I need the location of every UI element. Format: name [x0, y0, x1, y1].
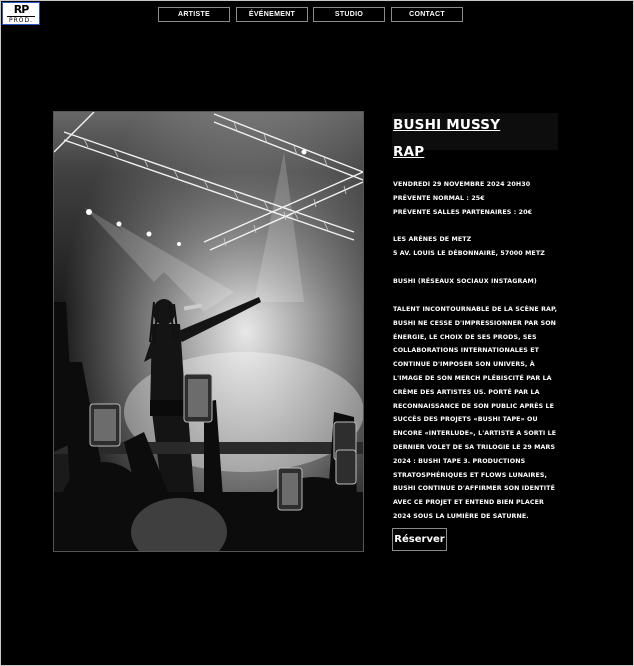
artist-description: TALENT INCONTOURNABLE DE LA SCÈNE RAP, B… — [393, 306, 558, 520]
site-logo[interactable]: RP PROD. — [2, 2, 40, 25]
event-info: VENDREDI 29 NOVEMBRE 2024 20H30 PRÉVENTE… — [393, 178, 565, 219]
logo-subtext: PROD. — [7, 16, 35, 24]
event-date: VENDREDI 29 NOVEMBRE 2024 20H30 — [393, 181, 531, 188]
concert-photo — [53, 111, 364, 552]
social-link[interactable]: BUSHI (RÉSEAUX SOCIAUX INSTAGRAM) — [393, 275, 565, 289]
artist-title: BUSHI MUSSY — [393, 117, 501, 133]
nav-studio-button[interactable]: STUDIO — [313, 7, 385, 22]
venue-address: 5 AV. LOUIS LE DÉBONNAIRE, 57000 METZ — [393, 249, 545, 257]
venue-info: LES ARÈNES DE METZ 5 AV. LOUIS LE DÉBONN… — [393, 233, 565, 261]
price-partners: PRÉVENTE SALLES PARTENAIRES : 20€ — [393, 208, 533, 216]
logo-mark: RP — [13, 3, 30, 16]
reserve-button[interactable]: Réserver — [392, 528, 447, 551]
nav-contact-button[interactable]: CONTACT — [391, 7, 463, 22]
nav-evenement-button[interactable]: ÉVÉNEMENT — [236, 7, 308, 22]
nav-artiste-button[interactable]: ARTISTE — [158, 7, 230, 22]
venue-name: LES ARÈNES DE METZ — [393, 236, 472, 243]
genre-title: RAP — [393, 144, 425, 160]
price-normal: PRÉVENTE NORMAL : 25€ — [393, 194, 485, 202]
